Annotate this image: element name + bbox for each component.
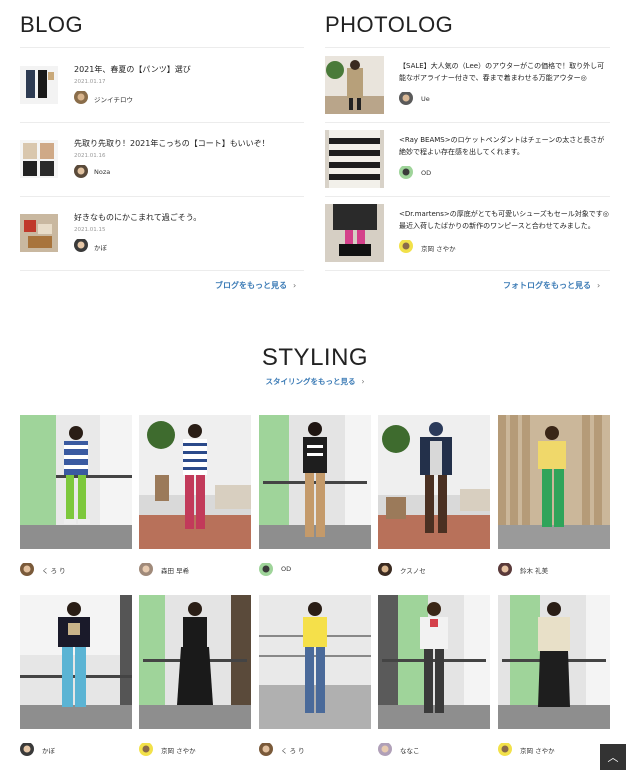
photolog-item-author: OD <box>421 169 432 177</box>
blog-thumbnail[interactable] <box>20 214 58 252</box>
photolog-thumbnail[interactable] <box>325 56 384 114</box>
stylist-name[interactable]: く ろ り <box>281 745 305 755</box>
styling-title: STYLING <box>261 344 369 371</box>
styling-card[interactable]: OD <box>259 415 371 580</box>
chevron-right-icon: › <box>293 281 297 290</box>
divider <box>20 122 304 123</box>
avatar <box>74 164 88 178</box>
blog-item-title[interactable]: 好きなものにかこまれて過ごそう。 <box>74 212 201 223</box>
styling-photo[interactable] <box>139 595 251 729</box>
blog-item-date: 2021.01.15 <box>74 227 106 233</box>
styling-card[interactable]: ななこ <box>378 595 490 760</box>
styling-photo[interactable] <box>259 415 371 549</box>
chevron-up-icon: ︿ <box>607 751 619 764</box>
stylist-name[interactable]: OD <box>281 565 291 573</box>
avatar <box>74 238 88 252</box>
avatar <box>399 239 413 253</box>
blog-item-date: 2021.01.17 <box>74 79 106 85</box>
blog-item-title[interactable]: 先取り先取り！2021年こっちの【コート】もいいぞ！ <box>74 138 270 149</box>
styling-photo[interactable] <box>20 595 132 729</box>
avatar <box>139 742 153 756</box>
photolog-item-author: Ue <box>421 95 430 103</box>
styling-card[interactable]: 鈴木 礼美 <box>498 415 610 580</box>
blog-more-link[interactable]: ブログをもっと見る › <box>215 280 296 291</box>
styling-more-label[interactable]: スタイリングをもっと見る <box>266 377 356 386</box>
photolog-item-text[interactable]: <Ray BEAMS>のロケットペンダントはチェーンの太さと長さが絶妙で程よい存… <box>399 134 611 158</box>
stylist-name[interactable]: かぼ <box>42 745 55 755</box>
divider <box>325 196 610 197</box>
avatar <box>259 742 273 756</box>
photolog-more-link[interactable]: フォトログをもっと見る › <box>503 280 600 291</box>
styling-card[interactable]: く ろ り <box>259 595 371 760</box>
photolog-item-text[interactable]: 【SALE】大人気の（Lee）のアウターがこの価格で！取り外し可能なボアライナー… <box>399 60 611 84</box>
blog-item-author: ジンイチロウ <box>94 96 133 104</box>
avatar <box>378 742 392 756</box>
styling-photo[interactable] <box>378 595 490 729</box>
styling-photo[interactable] <box>259 595 371 729</box>
styling-photo[interactable] <box>139 415 251 549</box>
avatar <box>399 91 413 105</box>
blog-thumbnail[interactable] <box>20 66 58 104</box>
photolog-thumbnail[interactable] <box>325 204 384 262</box>
avatar <box>378 562 392 576</box>
photolog-item-text[interactable]: <Dr.martens>の厚底がとても可愛いシューズもセール対象です◎最近入荷し… <box>399 208 611 232</box>
avatar <box>20 562 34 576</box>
photolog-title: PHOTOLOG <box>325 12 454 37</box>
stylist-name[interactable]: クスノセ <box>400 565 426 575</box>
chevron-right-icon: › <box>597 281 601 290</box>
blog-item-author: かぼ <box>94 244 107 252</box>
photolog-thumbnail[interactable] <box>325 130 384 188</box>
stylist-name[interactable]: く ろ り <box>42 565 66 575</box>
stylist-name[interactable]: ななこ <box>400 745 420 755</box>
styling-photo[interactable] <box>378 415 490 549</box>
divider <box>325 270 610 271</box>
blog-title: BLOG <box>20 12 84 37</box>
divider <box>325 47 610 48</box>
styling-more-link[interactable]: スタイリングをもっと見る › <box>0 376 630 387</box>
styling-card[interactable]: く ろ り <box>20 415 132 580</box>
back-to-top-button[interactable]: ︿ <box>600 744 626 770</box>
styling-card[interactable]: クスノセ <box>378 415 490 580</box>
avatar <box>259 562 273 576</box>
blog-item[interactable]: 好きなものにかこまれて過ごそう。 2021.01.15 かぼ <box>20 212 304 286</box>
blog-item-author: Noza <box>94 168 111 176</box>
stylist-name[interactable]: 京岡 さやか <box>520 745 555 755</box>
blog-thumbnail[interactable] <box>20 140 58 178</box>
avatar <box>498 742 512 756</box>
styling-card[interactable]: 森田 早希 <box>139 415 251 580</box>
blog-more-label[interactable]: ブログをもっと見る <box>215 281 287 290</box>
avatar <box>20 742 34 756</box>
avatar <box>399 165 413 179</box>
divider <box>325 122 610 123</box>
avatar <box>498 562 512 576</box>
divider <box>20 47 304 48</box>
blog-item-title[interactable]: 2021年、春夏の【パンツ】選び <box>74 64 191 75</box>
photolog-item-author: 京岡 さやか <box>421 245 456 253</box>
styling-card[interactable]: かぼ <box>20 595 132 760</box>
blog-item-date: 2021.01.16 <box>74 153 106 159</box>
blog-item[interactable]: 2021年、春夏の【パンツ】選び 2021.01.17 ジンイチロウ <box>20 64 304 138</box>
divider <box>20 196 304 197</box>
styling-card[interactable]: 京岡 さやか <box>139 595 251 760</box>
avatar <box>139 562 153 576</box>
blog-item[interactable]: 先取り先取り！2021年こっちの【コート】もいいぞ！ 2021.01.16 No… <box>20 138 304 212</box>
styling-photo[interactable] <box>20 415 132 549</box>
stylist-name[interactable]: 京岡 さやか <box>161 745 196 755</box>
stylist-name[interactable]: 森田 早希 <box>161 565 189 575</box>
divider <box>20 270 304 271</box>
styling-card[interactable]: 京岡 さやか <box>498 595 610 760</box>
styling-photo[interactable] <box>498 415 610 549</box>
chevron-right-icon: › <box>361 377 365 386</box>
avatar <box>74 90 88 104</box>
photolog-more-label[interactable]: フォトログをもっと見る <box>503 281 591 290</box>
stylist-name[interactable]: 鈴木 礼美 <box>520 565 548 575</box>
styling-photo[interactable] <box>498 595 610 729</box>
